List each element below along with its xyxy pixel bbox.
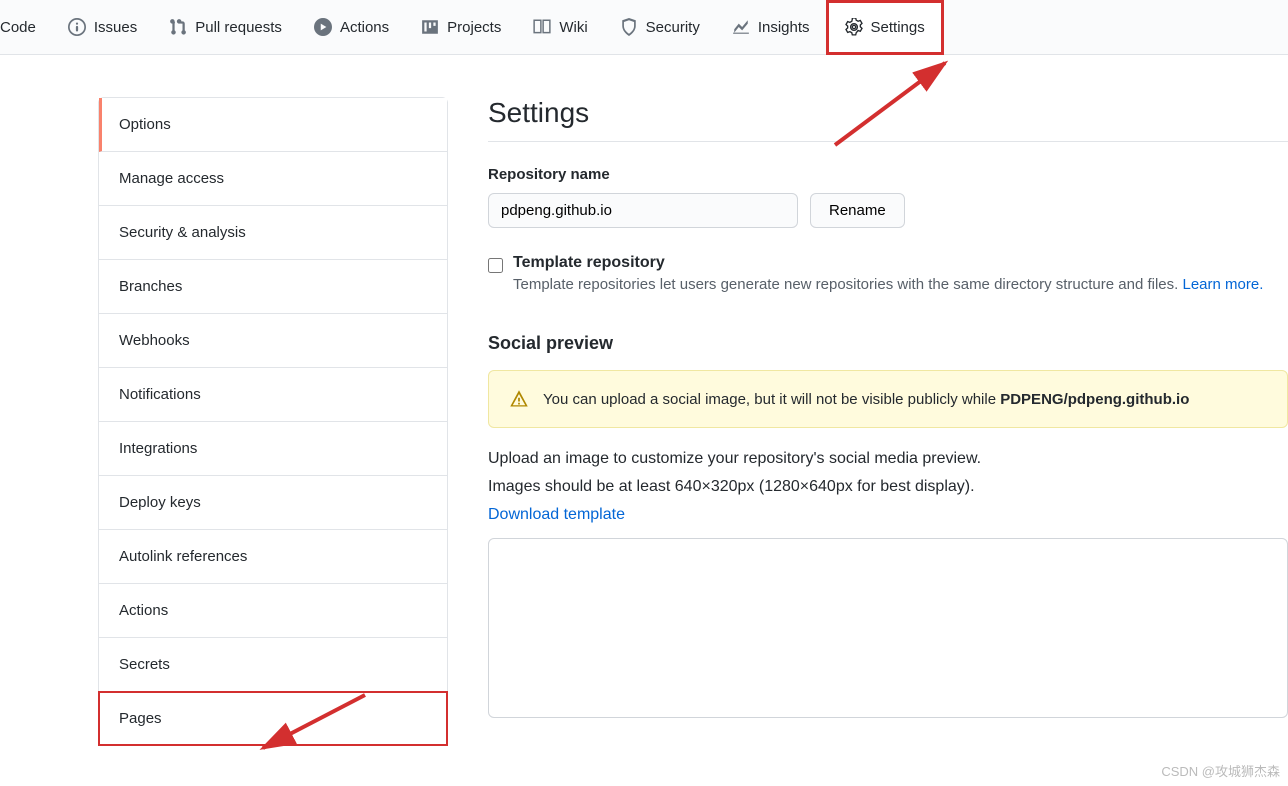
tab-insights[interactable]: Insights (716, 0, 826, 55)
shield-icon (620, 18, 638, 36)
download-template-link[interactable]: Download template (488, 506, 625, 523)
flash-repo-name: PDPENG/pdpeng.github.io (1000, 391, 1189, 408)
settings-sidebar: Options Manage access Security & analysi… (98, 97, 448, 746)
sidebar-item-pages[interactable]: Pages (99, 692, 447, 745)
rename-button[interactable]: Rename (810, 193, 905, 228)
gear-icon (845, 18, 863, 36)
sidebar-item-options[interactable]: Options (99, 98, 447, 152)
tab-wiki[interactable]: Wiki (517, 0, 603, 55)
upload-desc-1: Upload an image to customize your reposi… (488, 450, 1288, 468)
project-icon (421, 18, 439, 36)
tab-actions[interactable]: Actions (298, 0, 405, 55)
book-icon (533, 18, 551, 36)
watermark: CSDN @攻城狮杰森 (1161, 761, 1280, 780)
sidebar-item-actions[interactable]: Actions (99, 584, 447, 638)
pr-icon (169, 18, 187, 36)
tab-projects-label: Projects (447, 19, 501, 36)
learn-more-link[interactable]: Learn more. (1182, 276, 1263, 293)
tab-code-label: Code (0, 19, 36, 36)
tab-security[interactable]: Security (604, 0, 716, 55)
repo-name-label: Repository name (488, 166, 1288, 183)
repo-name-input[interactable] (488, 193, 798, 228)
tab-code[interactable]: Code (0, 0, 52, 55)
tab-issues-label: Issues (94, 19, 137, 36)
graph-icon (732, 18, 750, 36)
tab-settings-label: Settings (871, 19, 925, 36)
tab-pullrequests[interactable]: Pull requests (153, 0, 298, 55)
flash-warning: You can upload a social image, but it wi… (488, 370, 1288, 428)
tab-actions-label: Actions (340, 19, 389, 36)
sidebar-item-integrations[interactable]: Integrations (99, 422, 447, 476)
social-preview-upload-box[interactable] (488, 538, 1288, 718)
sidebar-item-deploy-keys[interactable]: Deploy keys (99, 476, 447, 530)
sidebar-item-branches[interactable]: Branches (99, 260, 447, 314)
repo-nav: Code Issues Pull requests Actions Projec… (0, 0, 1288, 55)
social-preview-title: Social preview (488, 333, 1288, 354)
tab-insights-label: Insights (758, 19, 810, 36)
template-label: Template repository (513, 254, 1263, 272)
sidebar-item-manage-access[interactable]: Manage access (99, 152, 447, 206)
tab-settings[interactable]: Settings (826, 0, 944, 55)
sidebar-item-secrets[interactable]: Secrets (99, 638, 447, 692)
upload-desc-2: Images should be at least 640×320px (128… (488, 478, 1288, 496)
alert-icon (509, 389, 529, 409)
tab-wiki-label: Wiki (559, 19, 587, 36)
settings-content: Settings Repository name Rename Template… (488, 97, 1288, 746)
sidebar-item-notifications[interactable]: Notifications (99, 368, 447, 422)
tab-issues[interactable]: Issues (52, 0, 153, 55)
sidebar-item-webhooks[interactable]: Webhooks (99, 314, 447, 368)
page-title: Settings (488, 97, 1288, 142)
tab-projects[interactable]: Projects (405, 0, 517, 55)
template-checkbox[interactable] (488, 258, 503, 273)
tab-pr-label: Pull requests (195, 19, 282, 36)
play-icon (314, 18, 332, 36)
main-layout: Options Manage access Security & analysi… (0, 55, 1288, 746)
issue-icon (68, 18, 86, 36)
sidebar-item-autolink[interactable]: Autolink references (99, 530, 447, 584)
tab-security-label: Security (646, 19, 700, 36)
template-desc: Template repositories let users generate… (513, 276, 1263, 293)
sidebar-item-security-analysis[interactable]: Security & analysis (99, 206, 447, 260)
